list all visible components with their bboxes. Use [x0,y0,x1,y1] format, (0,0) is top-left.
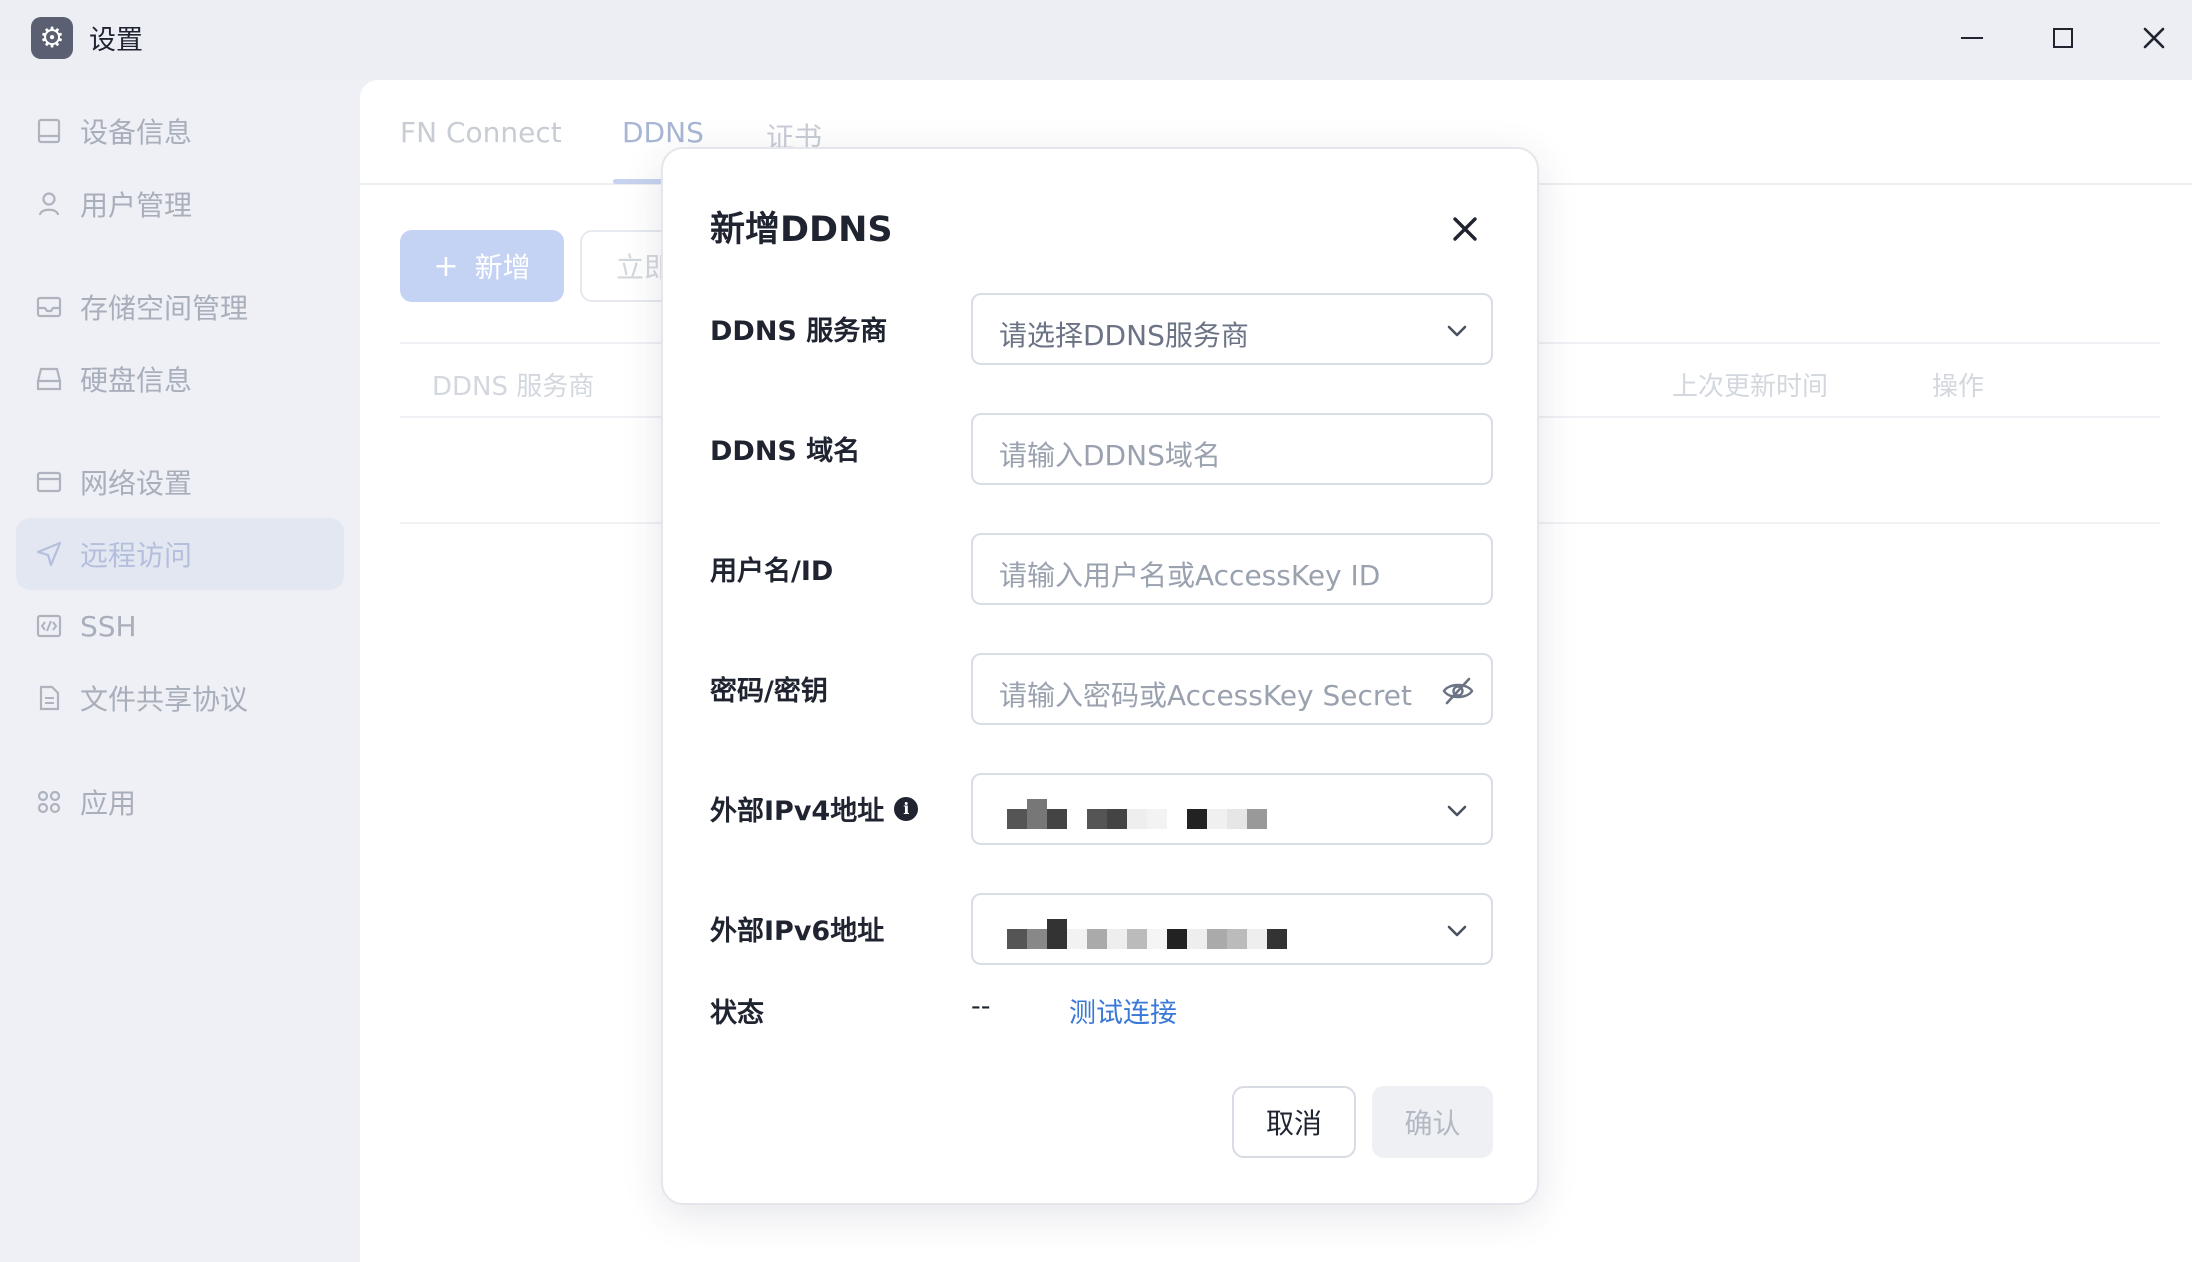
password-input[interactable]: 请输入密码或AccessKey Secret [971,653,1493,725]
window-title: 设置 [89,25,143,56]
ipv4-label-text: 外部IPv4地址 [710,796,885,827]
chevron-down-icon [1447,805,1467,817]
ipv4-value-redacted [1007,799,1267,829]
column-header-actions: 操作 [1932,372,1985,402]
sidebar-item-user-management[interactable]: 用户管理 [16,168,344,240]
cancel-button[interactable]: 取消 [1232,1086,1356,1158]
sidebar-item-label: 硬盘信息 [80,364,193,397]
maximize-icon [2053,28,2073,48]
test-connection-link[interactable]: 测试连接 [1069,991,1177,1030]
tab-ddns[interactable]: DDNS [622,116,704,149]
sidebar-item-device-info[interactable]: 设备信息 [16,95,344,167]
close-window-button[interactable] [2134,18,2174,58]
send-icon [34,539,64,569]
sidebar-item-ssh[interactable]: SSH [16,590,344,662]
info-icon[interactable]: i [894,796,919,821]
password-placeholder: 请输入密码或AccessKey Secret [999,679,1413,712]
sidebar-item-label: 存储空间管理 [80,292,249,325]
chevron-down-icon [1447,925,1467,937]
user-icon [34,189,64,219]
ipv4-select[interactable] [971,773,1493,845]
username-input[interactable]: 请输入用户名或AccessKey ID [971,533,1493,605]
sidebar-item-label: SSH [80,609,137,643]
title-bar: ⚙ 设置 [0,0,2192,80]
storage-icon [34,292,64,322]
column-header-last-updated: 上次更新时间 [1672,372,1829,402]
sidebar-item-label: 远程访问 [80,539,193,572]
minimize-icon [1961,37,1983,39]
gear-icon: ⚙ [31,17,73,59]
domain-input[interactable]: 请输入DDNS域名 [971,413,1493,485]
chevron-down-icon [1447,325,1467,337]
dialog-title: 新增DDNS [710,210,893,250]
tab-fn-connect[interactable]: FN Connect [400,116,562,149]
sidebar: 设备信息 用户管理 存储空间管理 硬盘信息 网络设置 远程访问 SSH 文件共享… [0,80,360,1262]
close-icon [2143,27,2165,49]
device-icon [34,116,64,146]
minimize-button[interactable] [1952,18,1992,58]
ipv6-label: 外部IPv6地址 [710,916,885,947]
settings-window: ⚙ 设置 设备信息 用户管理 存储空间管理 硬盘信息 网络设置 远程访问 SSH… [0,0,2192,1262]
provider-placeholder: 请选择DDNS服务商 [999,319,1249,352]
network-icon [34,467,64,497]
sidebar-item-label: 用户管理 [80,189,193,222]
confirm-button[interactable]: 确认 [1372,1086,1493,1158]
add-ddns-dialog: 新增DDNS DDNS 服务商 请选择DDNS服务商 DDNS 域名 请输入DD… [661,147,1539,1205]
provider-select[interactable]: 请选择DDNS服务商 [971,293,1493,365]
close-icon [1453,217,1477,241]
ipv6-select[interactable] [971,893,1493,965]
status-label: 状态 [710,998,764,1029]
sidebar-item-label: 设备信息 [80,116,193,149]
add-button-label: 新增 [474,251,531,284]
sidebar-item-storage[interactable]: 存储空间管理 [16,271,344,343]
add-ddns-button[interactable]: + 新增 [400,230,564,302]
apps-icon [34,787,64,817]
ipv6-value-redacted [1007,919,1287,949]
column-header-provider: DDNS 服务商 [432,372,595,402]
ipv4-label: 外部IPv4地址 i [710,789,919,828]
password-label: 密码/密钥 [710,676,828,707]
username-label: 用户名/ID [710,556,834,587]
code-icon [34,611,64,641]
sidebar-item-label: 应用 [80,787,137,820]
sidebar-item-network[interactable]: 网络设置 [16,446,344,518]
dialog-close-button[interactable] [1445,209,1485,249]
eye-off-icon[interactable] [1441,675,1475,707]
provider-label: DDNS 服务商 [710,316,888,347]
disk-icon [34,364,64,394]
status-value: -- [971,991,991,1022]
sidebar-item-disk-info[interactable]: 硬盘信息 [16,343,344,415]
document-icon [34,683,64,713]
sidebar-item-apps[interactable]: 应用 [16,766,344,838]
plus-icon: + [433,248,459,284]
domain-placeholder: 请输入DDNS域名 [999,439,1221,472]
sidebar-item-remote-access[interactable]: 远程访问 [16,518,344,590]
maximize-button[interactable] [2043,18,2083,58]
username-placeholder: 请输入用户名或AccessKey ID [999,559,1381,592]
sidebar-item-label: 网络设置 [80,467,193,500]
sidebar-item-label: 文件共享协议 [80,683,249,716]
sidebar-item-file-sharing[interactable]: 文件共享协议 [16,662,344,734]
domain-label: DDNS 域名 [710,436,861,467]
